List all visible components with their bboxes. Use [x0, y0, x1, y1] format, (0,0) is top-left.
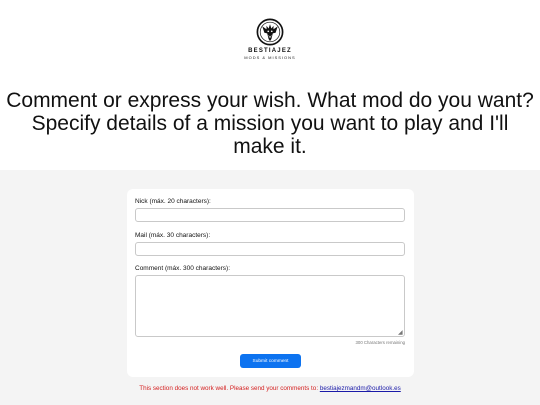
logo-name: BESTIAJEZ	[248, 48, 292, 54]
contact-email-link[interactable]: bestiajezmandm@outlook.es	[320, 385, 401, 392]
site-logo[interactable]: BESTIAJEZ MODS & MISSIONS	[0, 18, 540, 60]
submit-comment-button[interactable]: Submit comment	[240, 354, 301, 368]
mail-label: Mail (máx. 30 characters):	[135, 232, 211, 239]
notice-text: This section does not work well. Please …	[139, 385, 320, 392]
page-heading: Comment or express your wish. What mod d…	[6, 89, 534, 158]
comment-textarea[interactable]	[135, 275, 405, 337]
notice-message: This section does not work well. Please …	[0, 385, 540, 392]
logo-tagline: MODS & MISSIONS	[244, 55, 296, 60]
characters-remaining: 300 Characters remaining	[355, 340, 405, 345]
nick-label: Nick (máx. 20 characters):	[135, 198, 211, 205]
comment-label: Comment (máx. 300 characters):	[135, 265, 231, 272]
resize-handle-icon[interactable]: ◢	[398, 330, 403, 336]
comment-form: Nick (máx. 20 characters): Mail (máx. 30…	[127, 189, 414, 377]
mail-input[interactable]	[135, 242, 405, 256]
nick-input[interactable]	[135, 208, 405, 222]
beast-emblem-icon	[256, 18, 284, 46]
